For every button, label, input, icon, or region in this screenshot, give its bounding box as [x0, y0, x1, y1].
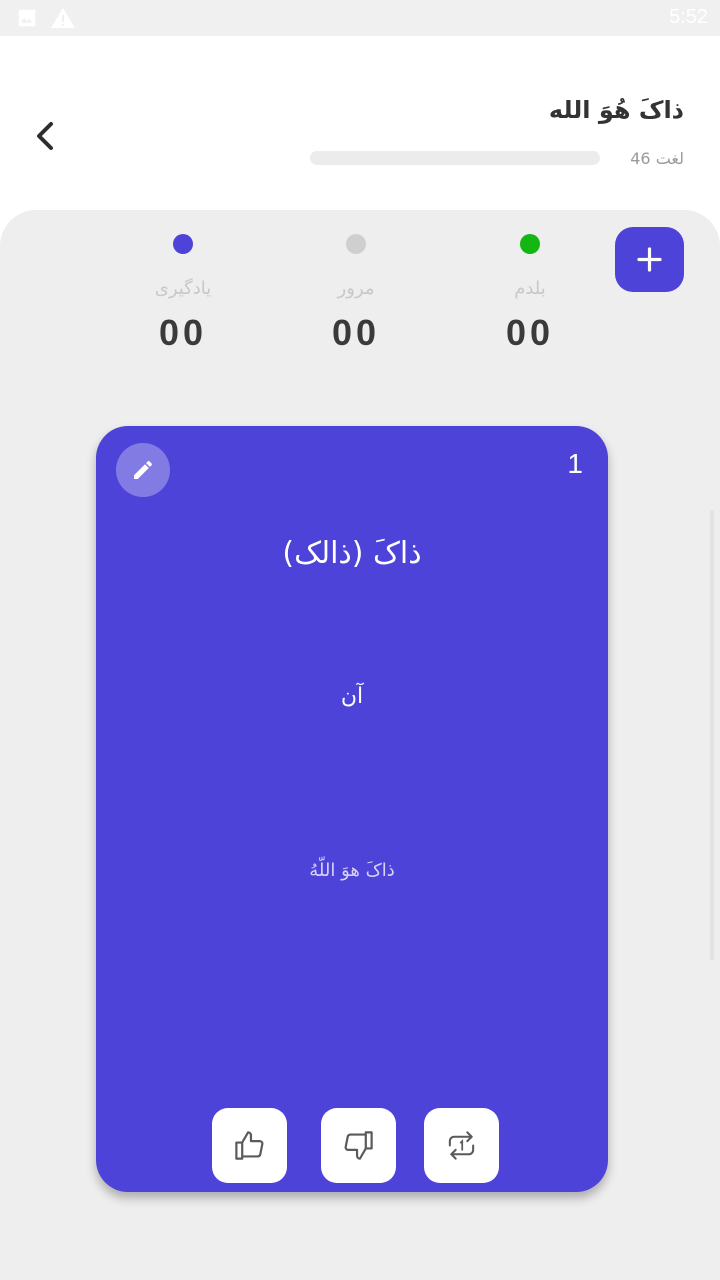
progress-bar	[310, 151, 600, 165]
add-button[interactable]	[615, 227, 684, 292]
stat-label: مرور	[337, 278, 375, 299]
repeat-icon	[448, 1131, 475, 1160]
word-count-number: 46	[630, 149, 651, 168]
card-index: 1	[567, 448, 583, 479]
card-source: ذاکَ هوَ اللّهُ	[309, 860, 395, 881]
card-meaning: آن	[340, 684, 364, 709]
stat-known: بلدم 00	[460, 230, 600, 354]
back-button[interactable]	[26, 116, 66, 156]
plus-icon	[637, 247, 662, 272]
status-bar: 5:52	[0, 0, 720, 36]
pencil-icon	[134, 460, 153, 479]
thumbs-down-button[interactable]	[321, 1108, 396, 1183]
thumbs-down-icon	[344, 1131, 373, 1160]
thumbs-up-icon	[235, 1131, 264, 1160]
stat-value: 00	[331, 312, 381, 353]
stat-dot	[173, 234, 193, 254]
page-title: ذاکَ هُوَ الله	[548, 96, 684, 124]
warning-icon	[50, 7, 76, 33]
status-time: 5:52	[669, 6, 708, 28]
stat-dot	[520, 234, 540, 254]
scrollbar[interactable]	[710, 510, 714, 960]
chevron-left-icon	[37, 122, 53, 150]
header: ذاکَ هُوَ الله لغت 46	[0, 36, 720, 216]
stat-learning: یادگیری 00	[113, 230, 253, 354]
image-icon	[16, 7, 38, 33]
word-count-label: لغت	[655, 149, 684, 168]
card-word: ذاکَ (ذالک)	[282, 536, 422, 571]
main-panel: بلدم 00 مرور 00 یادگیری 00 1 ذاکَ (ذالک)…	[0, 210, 720, 1280]
stat-label: یادگیری	[154, 278, 212, 299]
stat-value: 00	[505, 312, 555, 353]
flashcard[interactable]: 1 ذاکَ (ذالک) آن ذاکَ هوَ اللّهُ	[96, 426, 608, 1192]
stat-dot	[346, 234, 366, 254]
stat-review: مرور 00	[286, 230, 426, 354]
thumbs-up-button[interactable]	[212, 1108, 287, 1183]
stat-label: بلدم	[514, 278, 546, 299]
stat-value: 00	[158, 312, 208, 353]
repeat-button[interactable]	[424, 1108, 499, 1183]
word-count: لغت 46	[620, 149, 684, 168]
edit-button[interactable]	[116, 443, 170, 497]
